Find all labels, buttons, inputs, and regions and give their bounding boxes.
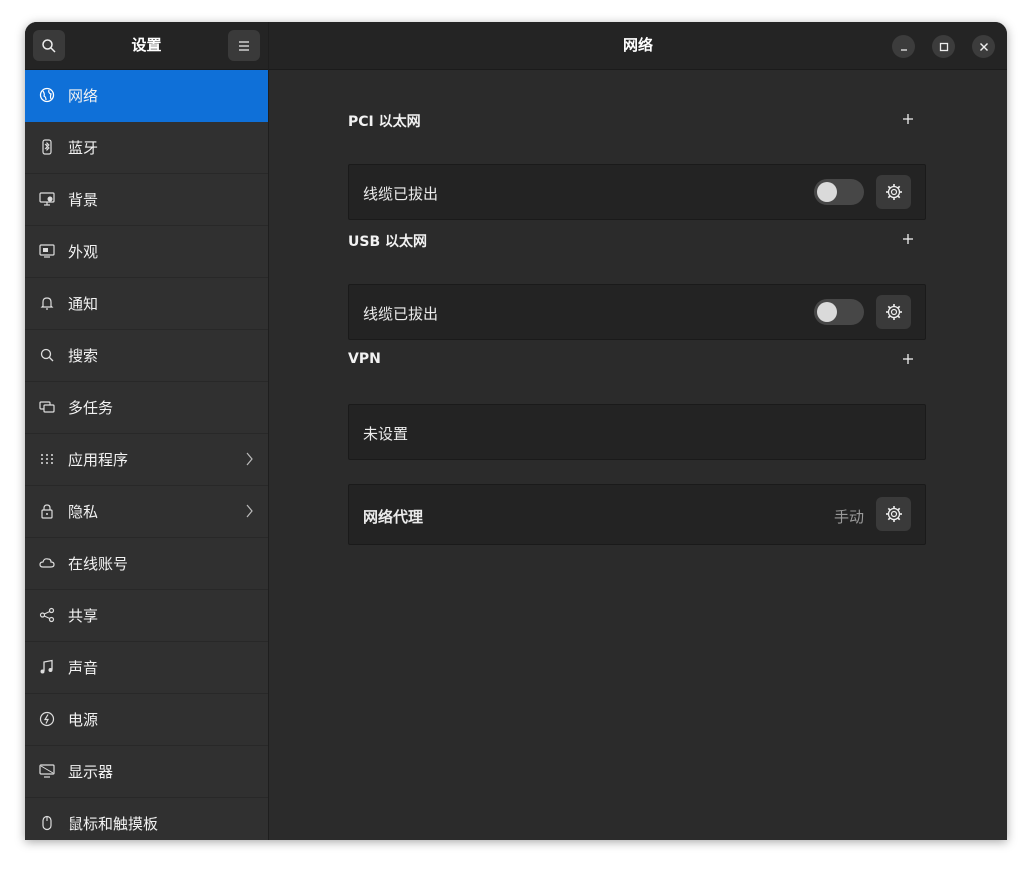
bell-icon — [39, 295, 55, 311]
pci-ethernet-title: PCI 以太网 — [348, 114, 421, 130]
menu-button[interactable] — [228, 30, 260, 61]
sidebar-item-power[interactable]: 电源 — [25, 694, 268, 746]
sidebar-item-background[interactable]: 背景 — [25, 174, 268, 226]
globe-icon — [39, 87, 55, 103]
sidebar-item-network[interactable]: 网络 — [25, 70, 268, 122]
cloud-icon — [39, 555, 55, 571]
sidebar-item-multitasking[interactable]: 多任务 — [25, 382, 268, 434]
maximize-icon — [939, 42, 948, 51]
pci-ethernet-row: 线缆已拔出 — [348, 164, 926, 220]
plus-icon — [903, 354, 913, 364]
add-usb-connection-button[interactable] — [900, 231, 916, 247]
vpn-title: VPN — [348, 351, 381, 367]
sidebar-item-search[interactable]: 搜索 — [25, 330, 268, 382]
sidebar-list: 网络 蓝牙 背景 外观 通知 搜索 多任务 应用程序 隐私 在线账号 共享 声音… — [25, 70, 268, 840]
close-button[interactable] — [972, 35, 995, 58]
power-icon — [39, 711, 55, 727]
vpn-status-label: 未设置 — [363, 425, 409, 443]
sidebar-item-notifications[interactable]: 通知 — [25, 278, 268, 330]
apps-grid-icon — [39, 451, 55, 467]
gear-icon — [885, 184, 902, 200]
close-icon — [979, 42, 988, 51]
music-note-icon — [39, 659, 55, 675]
chevron-right-icon — [244, 451, 254, 471]
add-vpn-button[interactable] — [900, 351, 916, 367]
sidebar-item-sound[interactable]: 声音 — [25, 642, 268, 694]
usb-ethernet-title: USB 以太网 — [348, 234, 427, 250]
sidebar-item-label: 网络 — [68, 87, 99, 105]
multitasking-icon — [39, 399, 55, 415]
chevron-right-icon — [244, 503, 254, 523]
sidebar-item-bluetooth[interactable]: 蓝牙 — [25, 122, 268, 174]
sidebar: 设置 网络 蓝牙 背景 外观 通知 搜索 多任务 应用程序 隐私 在线账号 共享… — [25, 22, 269, 840]
monitor-background-icon — [39, 191, 55, 207]
sidebar-item-displays[interactable]: 显示器 — [25, 746, 268, 798]
add-pci-connection-button[interactable] — [900, 111, 916, 127]
usb-settings-button[interactable] — [876, 295, 911, 329]
hamburger-menu-icon — [239, 40, 249, 51]
sidebar-item-label: 背景 — [68, 191, 99, 209]
sidebar-item-label: 鼠标和触摸板 — [68, 815, 159, 833]
share-icon — [39, 607, 55, 623]
network-proxy-row[interactable]: 网络代理 手动 — [348, 484, 926, 545]
sidebar-item-label: 声音 — [68, 659, 99, 677]
display-icon — [39, 763, 55, 779]
toggle-knob — [817, 302, 837, 322]
sidebar-item-label: 多任务 — [68, 399, 114, 417]
minimize-button[interactable] — [892, 35, 915, 58]
minimize-icon — [900, 48, 907, 51]
plus-icon — [903, 114, 913, 124]
sidebar-item-appearance[interactable]: 外观 — [25, 226, 268, 278]
sidebar-item-label: 显示器 — [68, 763, 114, 781]
sidebar-item-online-accounts[interactable]: 在线账号 — [25, 538, 268, 590]
usb-status-label: 线缆已拔出 — [363, 305, 439, 323]
sidebar-item-label: 共享 — [68, 607, 99, 625]
header-bar: 网络 — [269, 22, 1007, 70]
mouse-icon — [39, 815, 55, 831]
lock-icon — [39, 503, 55, 519]
usb-ethernet-toggle[interactable] — [814, 299, 864, 325]
sidebar-item-label: 应用程序 — [68, 451, 129, 469]
sidebar-item-label: 蓝牙 — [68, 139, 99, 157]
bluetooth-icon — [39, 139, 55, 155]
network-proxy-label: 网络代理 — [363, 508, 424, 526]
vpn-row: 未设置 — [348, 404, 926, 460]
sidebar-item-label: 隐私 — [68, 503, 99, 521]
sidebar-item-mouse-touchpad[interactable]: 鼠标和触摸板 — [25, 798, 268, 840]
sidebar-item-label: 在线账号 — [68, 555, 129, 573]
toggle-knob — [817, 182, 837, 202]
usb-ethernet-row: 线缆已拔出 — [348, 284, 926, 340]
sidebar-item-label: 搜索 — [68, 347, 99, 365]
plus-icon — [903, 234, 913, 244]
sidebar-item-privacy[interactable]: 隐私 — [25, 486, 268, 538]
settings-window: 设置 网络 蓝牙 背景 外观 通知 搜索 多任务 应用程序 隐私 在线账号 共享… — [25, 22, 1007, 840]
network-panel: PCI 以太网 线缆已拔出 USB 以太网 线缆已拔出 VPN 未设置 网络代理… — [269, 70, 1007, 840]
proxy-settings-button[interactable] — [876, 497, 911, 531]
pci-status-label: 线缆已拔出 — [363, 185, 439, 203]
appearance-icon — [39, 243, 55, 259]
maximize-button[interactable] — [932, 35, 955, 58]
pci-settings-button[interactable] — [876, 175, 911, 209]
search-icon — [39, 347, 55, 363]
gear-icon — [885, 304, 902, 320]
sidebar-item-sharing[interactable]: 共享 — [25, 590, 268, 642]
network-proxy-value: 手动 — [834, 508, 865, 526]
sidebar-item-label: 通知 — [68, 295, 99, 313]
sidebar-item-applications[interactable]: 应用程序 — [25, 434, 268, 486]
pci-ethernet-toggle[interactable] — [814, 179, 864, 205]
gear-icon — [885, 506, 902, 522]
sidebar-item-label: 外观 — [68, 243, 99, 261]
sidebar-header: 设置 — [25, 22, 268, 70]
sidebar-item-label: 电源 — [68, 711, 99, 729]
